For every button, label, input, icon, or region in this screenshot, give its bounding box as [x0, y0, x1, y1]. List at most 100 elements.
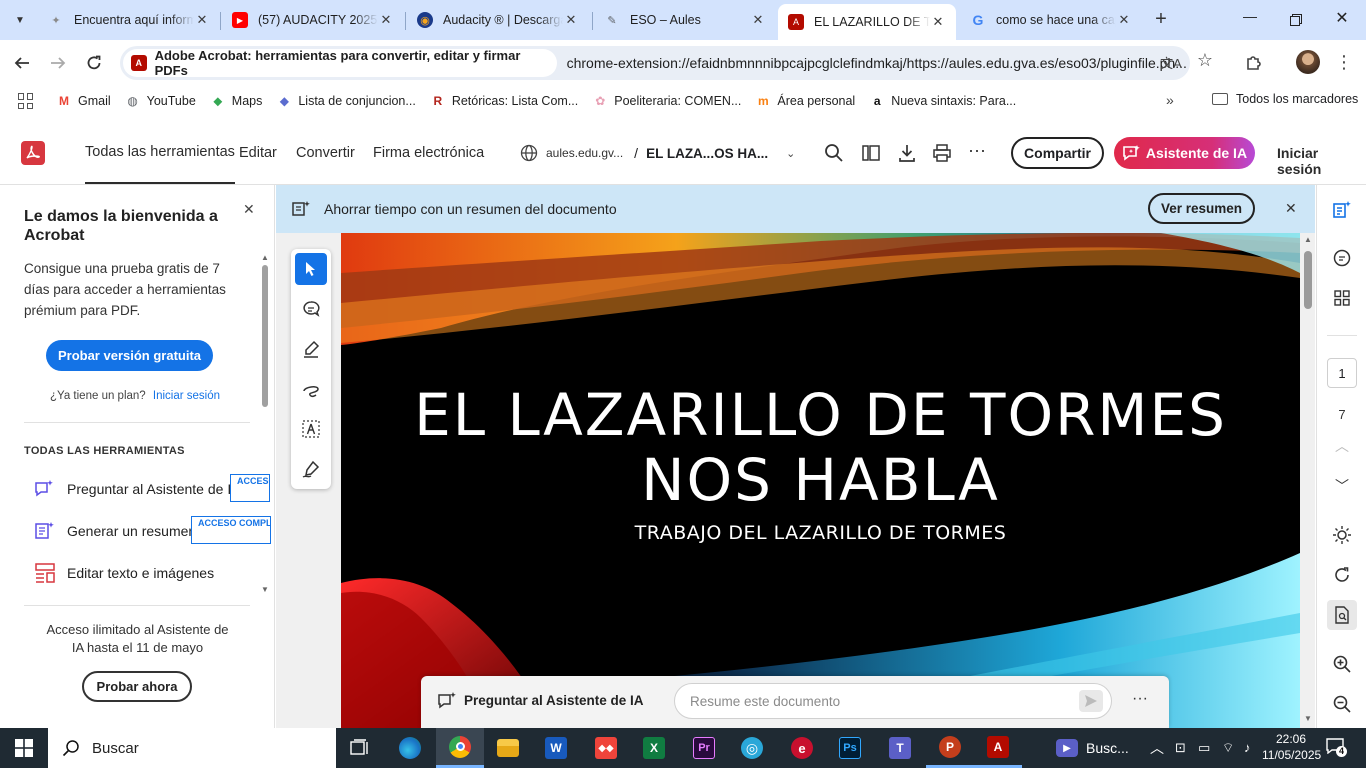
photoshop-app[interactable]: Ps [826, 728, 874, 768]
wifi-icon[interactable]: ⌔ [1222, 740, 1234, 756]
new-tab-button[interactable]: + [1150, 9, 1172, 31]
chrome-app[interactable] [436, 728, 484, 768]
teams-app[interactable]: T [876, 728, 924, 768]
anydesk-app[interactable]: ◆◆ [582, 728, 630, 768]
tab-0[interactable]: ✦ Encuentra aquí información ✕ [38, 4, 220, 36]
current-page-input[interactable]: 1 [1327, 358, 1357, 388]
bookmark-item[interactable]: m Área personal [755, 93, 855, 109]
edge-app[interactable] [386, 728, 434, 768]
panel-scrollbar[interactable]: ▲ [258, 253, 270, 593]
download-button[interactable] [897, 143, 919, 165]
tab-5[interactable]: G como se hace una captura ✕ [960, 4, 1142, 36]
zoom-in-button[interactable] [1329, 651, 1355, 677]
show-hidden-icons-button[interactable]: ︿ [1150, 738, 1164, 758]
comments-panel-button[interactable] [1329, 245, 1355, 271]
url-text[interactable]: chrome-extension://efaidnbmnnnibpcajpcgl… [567, 55, 1190, 71]
document-breadcrumb[interactable]: aules.edu.gv... / EL LAZA...OS HA... ⌄ [520, 143, 795, 163]
try-now-button[interactable]: Probar ahora [82, 671, 192, 702]
select-tool[interactable] [295, 253, 327, 285]
search-button[interactable] [824, 143, 846, 165]
apps-grid-icon[interactable] [18, 93, 34, 109]
browser-menu-button[interactable]: ⋮ [1334, 50, 1354, 74]
menu-convert[interactable]: Convertir [296, 121, 355, 185]
plan-sign-in-link[interactable]: Iniciar sesión [153, 390, 220, 402]
close-icon[interactable]: ✕ [194, 12, 210, 28]
panel-scroll-thumb[interactable] [262, 265, 268, 407]
task-view-button[interactable] [336, 728, 384, 768]
forward-button[interactable] [46, 51, 70, 75]
profile-avatar[interactable] [1296, 50, 1320, 74]
more-options-button[interactable]: ··· [968, 141, 990, 165]
close-icon[interactable]: ✕ [563, 12, 579, 28]
powerpoint-app[interactable]: P [926, 728, 974, 768]
zoom-out-button[interactable] [1329, 691, 1355, 717]
close-icon[interactable]: ✕ [930, 14, 946, 30]
start-button[interactable] [0, 728, 48, 768]
page-layout-button[interactable] [861, 143, 883, 165]
share-button[interactable]: Compartir [1011, 137, 1104, 169]
menu-edit[interactable]: Editar [239, 121, 277, 185]
scroll-down-icon[interactable]: ▼ [261, 585, 269, 594]
previous-page-button[interactable]: ︿ [1329, 433, 1355, 459]
extension-chip[interactable]: A Adobe Acrobat: herramientas para conve… [123, 48, 557, 78]
send-button[interactable] [1079, 690, 1103, 712]
tab-2[interactable]: ◉ Audacity ® | Descarga ✕ [407, 4, 589, 36]
tool-generate-summary[interactable]: Generar un resumen ACCESO COMPLETO [34, 516, 271, 544]
red-circle-app[interactable]: e [778, 728, 826, 768]
thumbnails-button[interactable] [1329, 285, 1355, 311]
battery-icon[interactable]: ▭ [1198, 740, 1210, 756]
summary-panel-button[interactable] [1329, 197, 1355, 223]
taskbar-search-app[interactable]: ▶ Busc... [1056, 728, 1129, 768]
scroll-up-icon[interactable]: ▲ [1304, 235, 1312, 244]
close-panel-button[interactable]: ✕ [243, 201, 255, 218]
acrobat-app[interactable]: A [974, 728, 1022, 768]
draw-tool[interactable] [295, 373, 327, 405]
tab-1[interactable]: ▶ (57) AUDACITY 2025 © ✕ [222, 4, 404, 36]
tab-3[interactable]: ✎ ESO – Aules ✕ [594, 4, 776, 36]
address-bar[interactable]: A Adobe Acrobat: herramientas para conve… [120, 46, 1190, 80]
sign-in-link[interactable]: Iniciar sesión [1277, 145, 1366, 177]
extensions-button[interactable] [1242, 51, 1266, 75]
free-trial-button[interactable]: Probar versión gratuita [46, 340, 213, 371]
next-page-button[interactable]: ﹀ [1329, 473, 1355, 499]
translate-button[interactable]: 文A [1160, 53, 1182, 73]
bookmark-item[interactable]: ✿ Poeliteraria: COMEN... [592, 93, 741, 109]
bookmark-item[interactable]: ◆ Lista de conjuncion... [276, 93, 416, 109]
close-icon[interactable]: ✕ [1116, 12, 1132, 28]
menu-all-tools[interactable]: Todas las herramientas [85, 121, 235, 184]
chat-more-button[interactable]: ··· [1132, 690, 1148, 708]
bookmark-item[interactable]: ⬥ Maps [210, 93, 263, 109]
acrobat-logo[interactable] [21, 141, 45, 165]
bookmark-item[interactable]: a Nueva sintaxis: Para... [869, 93, 1016, 109]
comment-tool[interactable] [295, 293, 327, 325]
bookmark-item[interactable]: R Retóricas: Lista Com... [430, 93, 578, 109]
bookmark-star-button[interactable]: ☆ [1194, 50, 1216, 74]
globe-app[interactable]: ◎ [728, 728, 776, 768]
close-icon[interactable]: ✕ [378, 12, 394, 28]
taskbar-search-box[interactable]: Buscar [48, 728, 336, 768]
add-text-tool[interactable] [295, 413, 327, 445]
sign-tool[interactable] [295, 453, 327, 485]
close-icon[interactable]: ✕ [750, 12, 766, 28]
word-app[interactable]: W [532, 728, 580, 768]
file-explorer-app[interactable] [484, 728, 532, 768]
tool-edit-text-images[interactable]: Editar texto e imágenes [34, 560, 259, 586]
all-bookmarks-folder[interactable]: Todos los marcadores [1212, 92, 1358, 106]
restore-button[interactable] [1282, 8, 1310, 32]
tool-ask-ai[interactable]: Preguntar al Asistente de IA ACCESO COMP… [34, 474, 270, 502]
tab-search-button[interactable]: ▼ [10, 10, 30, 30]
close-banner-button[interactable]: ✕ [1285, 200, 1297, 217]
premiere-app[interactable]: Pr [680, 728, 728, 768]
menu-esign[interactable]: Firma electrónica [373, 121, 484, 185]
tab-4-active[interactable]: A EL LAZARILLO DE TORMES ✕ [778, 4, 956, 40]
print-button[interactable] [932, 143, 954, 165]
more-bookmarks-button[interactable]: » [1166, 92, 1174, 108]
minimize-button[interactable]: — [1236, 8, 1264, 32]
bookmark-item[interactable]: M Gmail [56, 93, 111, 109]
ai-prompt-input[interactable]: Resume este documento [674, 683, 1112, 719]
clock[interactable]: 22:06 11/05/2025 [1262, 731, 1321, 763]
scroll-down-icon[interactable]: ▼ [1304, 714, 1312, 723]
document-properties-button[interactable] [1327, 600, 1357, 630]
theme-toggle-button[interactable] [1329, 522, 1355, 548]
tray-usb-icon[interactable]: ⊡ [1175, 740, 1186, 756]
